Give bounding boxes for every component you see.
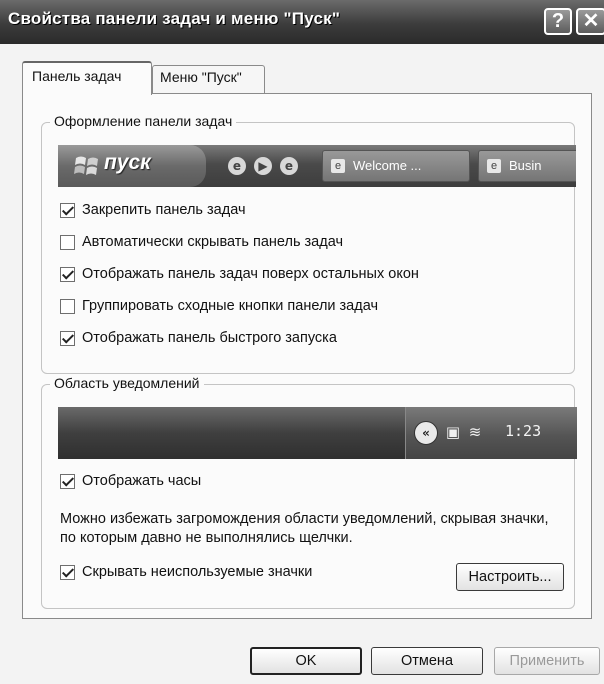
notify-description: Можно избежать загромождения области уве… [60,511,549,546]
tab-panel-taskbar: Оформление панели задач пуск e ▶ e e Wel… [22,93,592,619]
task-button-label: Welcome ... [353,158,422,173]
volume-icon: ≋ [468,423,482,441]
group-legend-notify: Область уведомлений [50,375,204,391]
close-icon: ✕ [582,10,600,32]
customize-button[interactable]: Настроить... [456,563,564,591]
close-button[interactable]: ✕ [576,8,604,35]
task-button-label: Busin [509,158,542,173]
system-tray: « ▣ ≋ 1:23 [405,407,577,459]
checkbox[interactable] [60,565,75,580]
internet-explorer-icon: e [228,157,246,175]
expand-chevron-icon: « [414,421,438,445]
start-label: пуск [104,151,151,174]
checkbox[interactable] [60,474,75,489]
checkbox-label: Отображать часы [82,473,202,489]
start-button-preview: пуск [58,145,206,187]
task-button-business: e Busin [478,150,576,182]
checkbox[interactable] [60,235,75,250]
taskbar-properties-dialog: Свойства панели задач и меню "Пуск" ? ✕ … [0,0,604,684]
tab-start-menu[interactable]: Меню "Пуск" [152,65,265,94]
notification-area-preview: « ▣ ≋ 1:23 [58,407,577,459]
checkbox-label: Автоматически скрывать панель задач [82,234,344,250]
outlook-express-icon: e [280,157,298,175]
window-title: Свойства панели задач и меню "Пуск" [8,9,341,28]
checkbox-label: Группировать сходные кнопки панели задач [82,298,379,314]
document-icon: e [331,159,345,173]
checkbox[interactable] [60,299,75,314]
tab-taskbar[interactable]: Панель задач [22,61,152,95]
checkbox-label: Отображать панель задач поверх остальных… [82,266,419,282]
media-player-icon: ▶ [254,157,272,175]
windows-flag-icon [74,156,98,175]
network-icon: ▣ [445,423,461,441]
checkbox[interactable] [60,331,75,346]
help-icon: ? [551,10,565,32]
task-button-welcome: e Welcome ... [322,150,470,182]
help-button[interactable]: ? [544,8,572,35]
title-bar[interactable]: Свойства панели задач и меню "Пуск" ? ✕ [0,0,604,44]
checkbox[interactable] [60,203,75,218]
ok-button[interactable]: OK [250,647,362,675]
group-legend-taskbar: Оформление панели задач [50,113,237,129]
taskbar-preview: пуск e ▶ e e Welcome ... e Busin [58,145,576,187]
checkbox-label: Отображать панель быстрого запуска [82,330,337,346]
checkbox[interactable] [60,267,75,282]
checkbox-label: Скрывать неиспользуемые значки [82,564,313,580]
cancel-button[interactable]: Отмена [371,647,483,675]
apply-button[interactable]: Применить [494,647,600,675]
taskbar-appearance-group: Оформление панели задач пуск e ▶ e e Wel… [41,113,576,374]
tab-strip: Панель задач Меню "Пуск" [0,44,604,95]
document-icon: e [487,159,501,173]
notification-area-group: Область уведомлений « ▣ ≋ 1:23 Отображат… [41,375,577,609]
checkbox-label: Закрепить панель задач [82,202,246,218]
tray-clock: 1:23 [505,422,542,440]
